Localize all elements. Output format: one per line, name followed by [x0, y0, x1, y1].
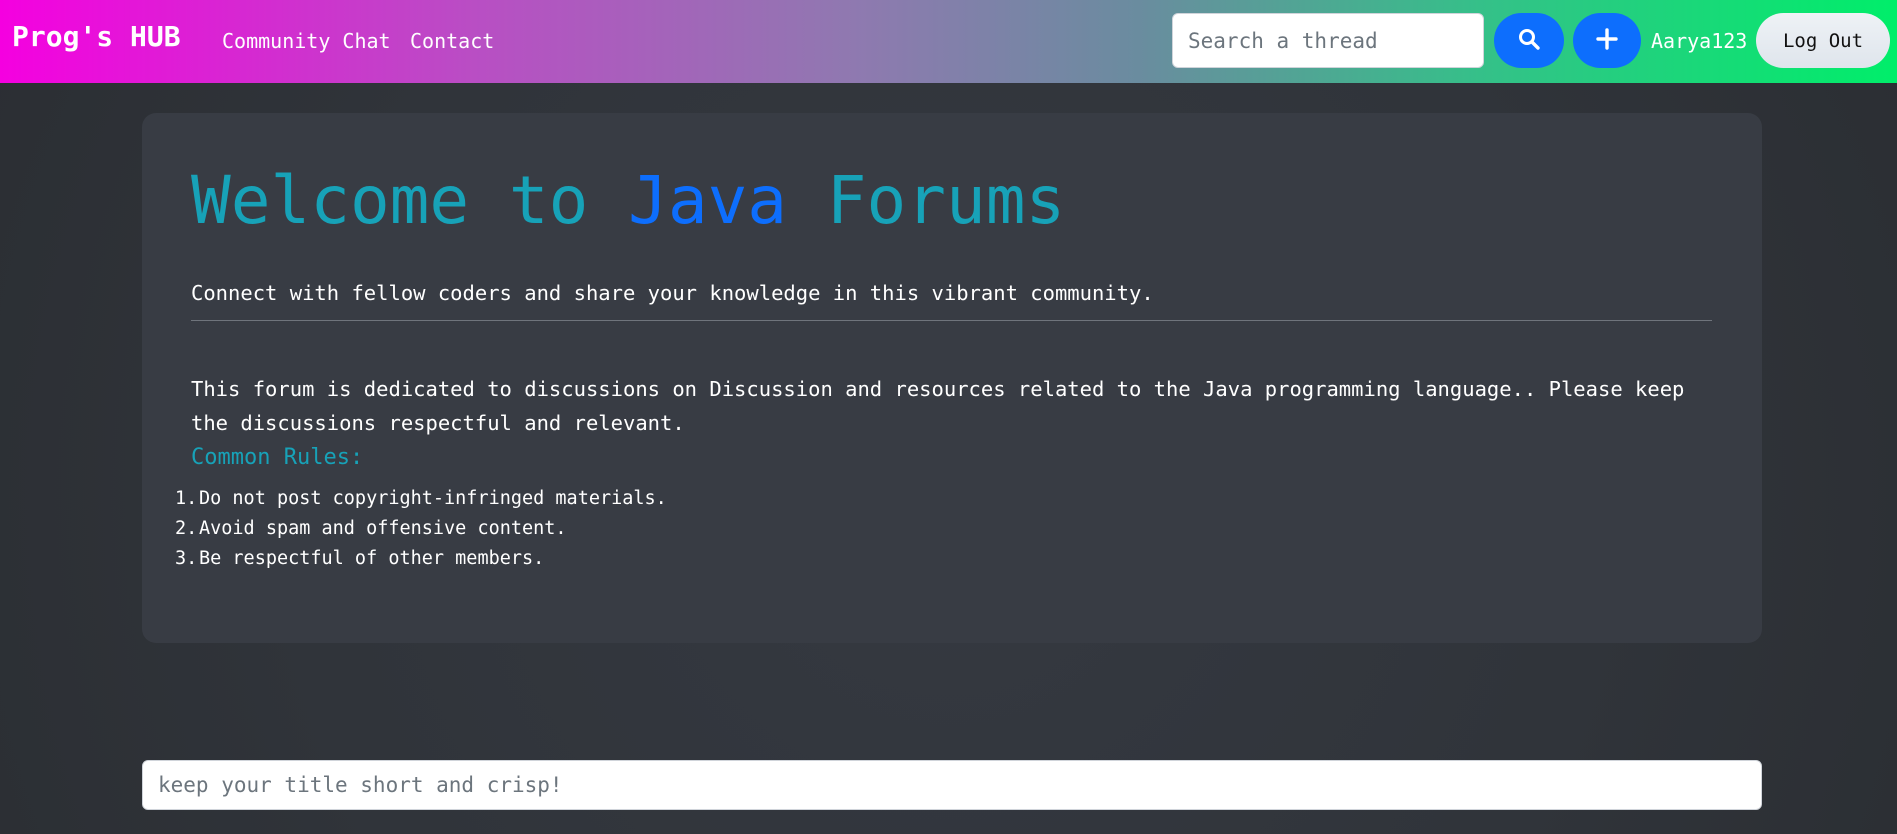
navbar: Prog's HUB Community Chat Contact Aarya1…: [0, 0, 1897, 83]
logout-button[interactable]: Log Out: [1756, 13, 1890, 68]
plus-icon: [1596, 28, 1618, 53]
rule-item: 1.Do not post copyright-infringed materi…: [175, 484, 667, 514]
add-thread-button[interactable]: [1573, 13, 1641, 68]
thread-title-input[interactable]: [142, 760, 1762, 810]
rule-text: Do not post copyright-infringed material…: [199, 488, 667, 509]
rule-text: Be respectful of other members.: [199, 548, 545, 569]
divider: [191, 320, 1712, 321]
rules-list: 1.Do not post copyright-infringed materi…: [175, 484, 667, 574]
page-title: Welcome to Java Forums: [191, 168, 1065, 234]
brand-logo[interactable]: Prog's HUB: [12, 20, 181, 53]
nav-link-community-chat[interactable]: Community Chat: [222, 29, 391, 53]
title-suffix: Forums: [787, 162, 1066, 239]
forum-description: This forum is dedicated to discussions o…: [191, 376, 1685, 435]
search-button[interactable]: [1494, 13, 1564, 68]
nav-link-contact[interactable]: Contact: [410, 29, 494, 53]
title-highlight: Java: [628, 162, 788, 239]
forum-intro-panel: Welcome to Java Forums Connect with fell…: [142, 113, 1762, 643]
rule-number: 2.: [175, 518, 198, 539]
search-icon: [1517, 27, 1541, 54]
rule-number: 1.: [175, 488, 198, 509]
rule-number: 3.: [175, 548, 198, 569]
rules-heading: Common Rules:: [191, 445, 364, 470]
rule-item: 3.Be respectful of other members.: [175, 544, 667, 574]
rule-text: Avoid spam and offensive content.: [199, 518, 567, 539]
lead-text: Connect with fellow coders and share you…: [191, 280, 1154, 305]
rule-item: 2.Avoid spam and offensive content.: [175, 514, 667, 544]
search-input[interactable]: [1172, 13, 1484, 68]
username-label: Aarya123: [1651, 29, 1748, 53]
title-prefix: Welcome to: [191, 162, 629, 239]
